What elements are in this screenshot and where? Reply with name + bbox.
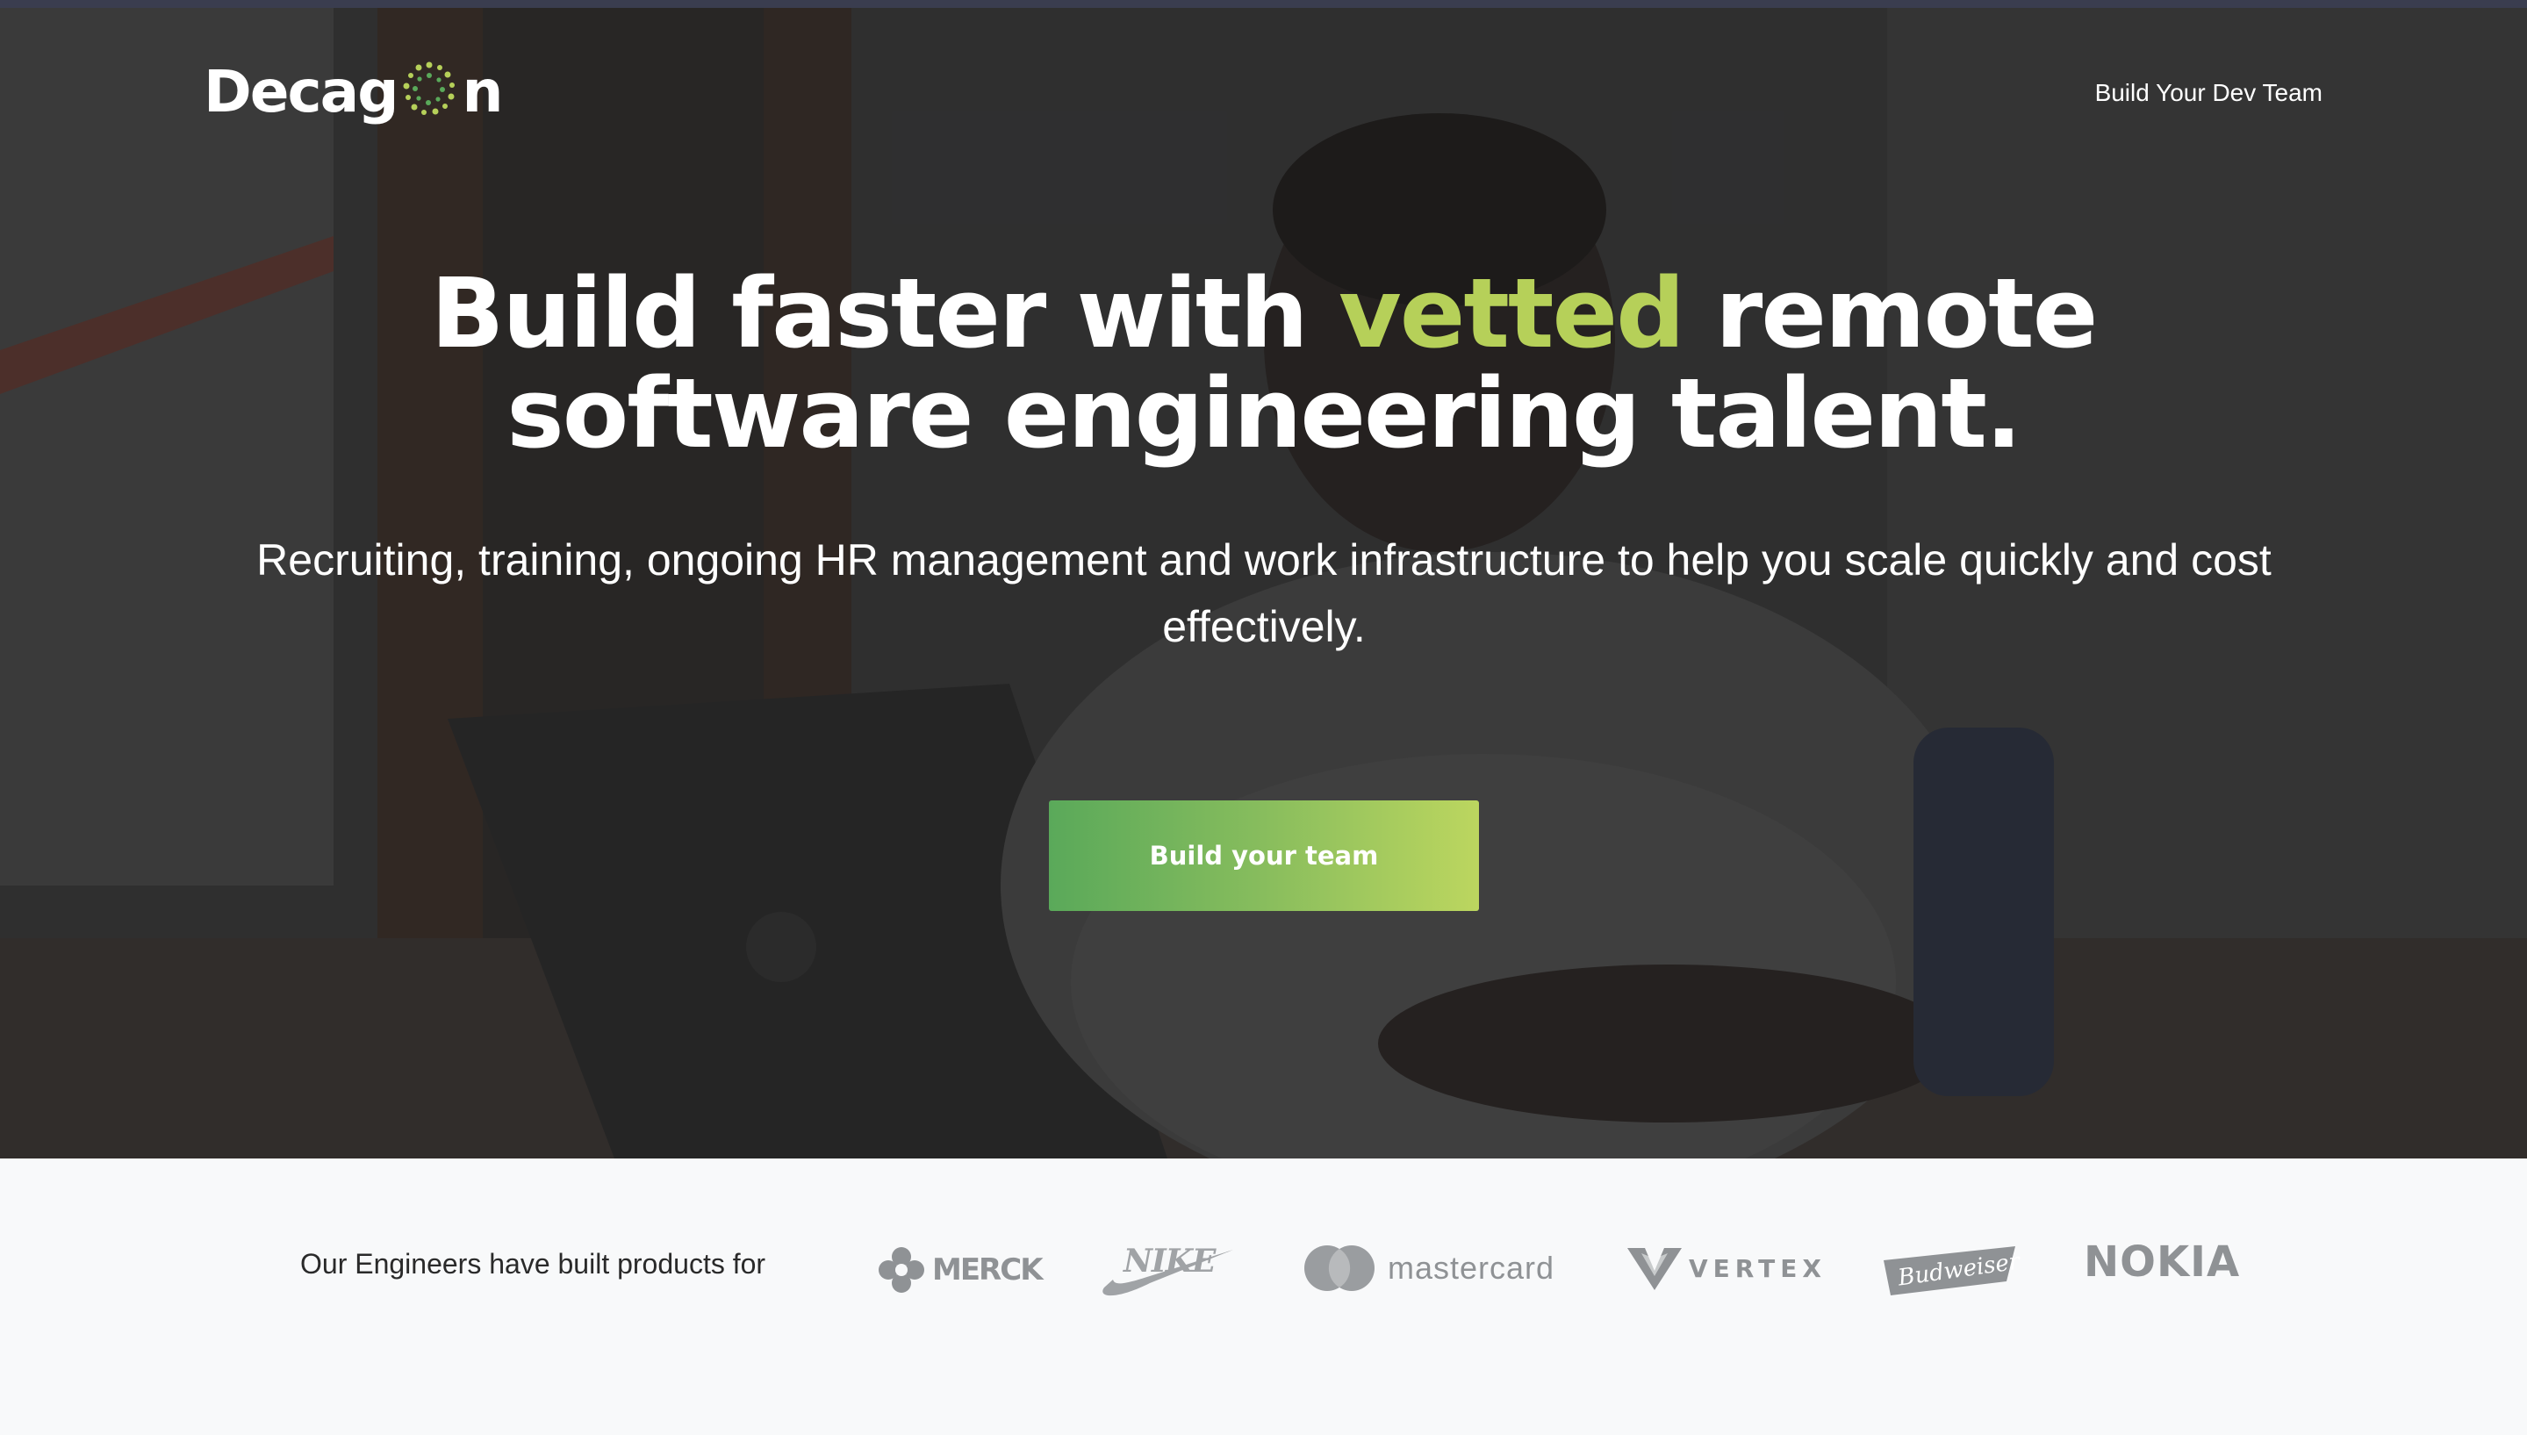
- headline-accent-word: vetted: [1339, 257, 1685, 369]
- headline-part2: remote: [1683, 257, 2098, 369]
- budweiser-logo: Budweiser: [1884, 1246, 2021, 1300]
- merck-icon: [879, 1247, 924, 1293]
- mastercard-wordmark: mastercard: [1388, 1250, 1555, 1286]
- logo-text-right: n: [462, 58, 503, 126]
- headline-line2: software engineering talent.: [506, 357, 2021, 470]
- clients-bar: [0, 1158, 2527, 1435]
- merck-logo: MERCK: [878, 1246, 1044, 1294]
- logo-text-left: Decag: [204, 58, 398, 126]
- decagon-logo[interactable]: Decag n: [204, 53, 503, 132]
- vertex-logo: VERTEX: [1626, 1244, 1827, 1292]
- clients-label: Our Engineers have built products for: [300, 1248, 766, 1280]
- hero-headline: Build faster with vetted remote software…: [0, 263, 2527, 463]
- merck-wordmark: MERCK: [932, 1252, 1044, 1287]
- vertex-icon: [1627, 1248, 1682, 1290]
- nike-logo: NIKE: [1097, 1239, 1238, 1305]
- nokia-logo: NOKIA: [2084, 1237, 2241, 1287]
- mastercard-circles-icon: [1304, 1245, 1375, 1291]
- mastercard-logo: mastercard: [1303, 1244, 1554, 1292]
- vertex-wordmark: VERTEX: [1689, 1253, 1827, 1283]
- hero-subheadline: Recruiting, training, ongoing HR managem…: [256, 535, 2272, 651]
- headline-part1: Build faster with: [430, 257, 1339, 369]
- nike-wordmark: NIKE: [1124, 1243, 1216, 1280]
- dotted-ring-logo-icon: [403, 61, 456, 115]
- build-your-team-button[interactable]: Build your team: [1049, 800, 1479, 911]
- top-border-bar: [0, 0, 2527, 8]
- nav-build-dev-team-link[interactable]: Build Your Dev Team: [2095, 79, 2322, 107]
